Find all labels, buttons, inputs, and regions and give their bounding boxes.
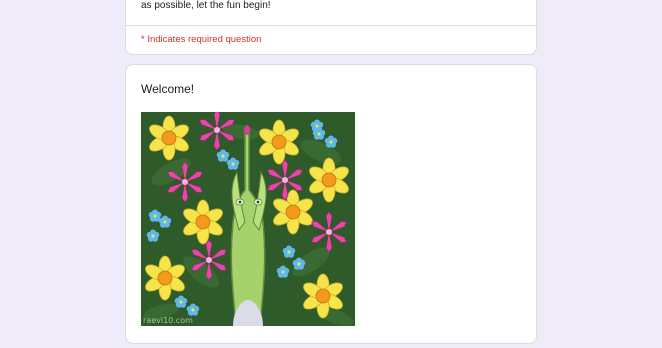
divider	[126, 25, 536, 26]
form-header-card: as possible, let the fun begin! * Indica…	[125, 0, 537, 55]
required-question-note: * Indicates required question	[141, 34, 262, 45]
section-card: Welcome! raevi10.com	[125, 64, 537, 344]
image-watermark: raevi10.com	[143, 316, 193, 325]
section-image: raevi10.com	[141, 112, 355, 326]
section-title: Welcome!	[141, 82, 195, 96]
form-description: as possible, let the fun begin!	[141, 0, 271, 11]
